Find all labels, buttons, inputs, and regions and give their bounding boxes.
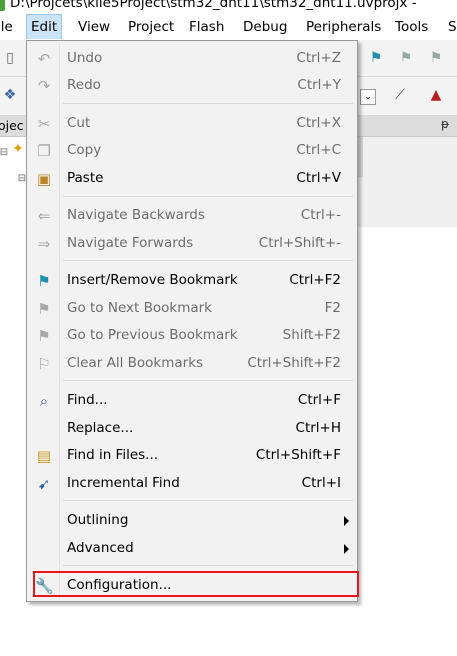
target-dropdown-arrow-icon[interactable]: ⌄ <box>360 89 376 105</box>
find-in-files-icon: ▤ <box>36 447 52 465</box>
configuration-callout-box <box>33 571 359 597</box>
menu-item-shortcut: Ctrl+Y <box>297 77 341 93</box>
menu-tools[interactable]: Tools <box>395 14 428 38</box>
menu-item-label: Clear All Bookmarks <box>67 355 204 371</box>
menu-separator <box>63 103 353 104</box>
find-icon: ⌕ <box>39 392 49 410</box>
menu-view[interactable]: View <box>78 14 110 38</box>
magic-wand-icon[interactable]: ⟋ <box>392 87 408 103</box>
menu-item-label: Navigate Forwards <box>67 235 194 251</box>
menu-item-shortcut: Ctrl+F <box>297 392 341 408</box>
edit-menu-dropdown: ↶ Undo Ctrl+Z ↷ Redo Ctrl+Y ✂ Cut Ctrl+X… <box>26 40 358 602</box>
incremental-find-icon: ➹ <box>37 475 51 493</box>
menu-item-shortcut: Ctrl+Shift+- <box>258 235 341 251</box>
menu-item-shortcut: Ctrl+F2 <box>289 272 341 288</box>
menu-file[interactable]: ile <box>0 14 13 38</box>
project-pane-title: ojec <box>0 118 24 133</box>
window-titlebar: D:\Projcets\kile5Project\stm32_dht11\stm… <box>0 0 457 14</box>
menu-item-shortcut: Ctrl+Shift+F <box>255 447 341 463</box>
submenu-arrow-icon <box>344 516 349 526</box>
editor-area <box>357 137 457 227</box>
menu-item-shortcut: Ctrl+H <box>295 420 341 436</box>
menu-flash[interactable]: Flash <box>189 14 224 38</box>
redo-icon: ↷ <box>37 77 51 95</box>
new-file-icon[interactable]: ▯ <box>2 50 18 66</box>
bookmark-flag-icon: ⚑ <box>37 272 51 290</box>
menu-item-label: Cut <box>67 115 91 131</box>
menu-item-label: Advanced <box>67 540 134 556</box>
menu-item-shortcut: Ctrl+Z <box>296 50 341 66</box>
menu-item-label: Go to Next Bookmark <box>67 300 212 316</box>
next-bookmark-icon: ⚑ <box>37 300 51 318</box>
menu-item-outlining[interactable]: Outlining <box>29 507 355 534</box>
menu-separator <box>63 565 353 566</box>
menu-item-undo[interactable]: ↶ Undo Ctrl+Z <box>29 45 355 72</box>
menu-item-previous-bookmark[interactable]: ⚑ Go to Previous Bookmark Shift+F2 <box>29 322 355 349</box>
previous-bookmark-icon: ⚑ <box>37 327 51 345</box>
pin-icon[interactable]: ᵽ <box>441 117 449 131</box>
paste-icon: ▣ <box>36 170 52 188</box>
manage-components-icon[interactable]: ▲ <box>428 87 444 103</box>
menu-separator <box>63 500 353 501</box>
menu-item-label: Find... <box>67 392 108 408</box>
menu-peripherals[interactable]: Peripherals <box>306 14 381 38</box>
menu-separator <box>63 196 353 197</box>
menu-item-shortcut: Ctrl+- <box>300 207 341 223</box>
menu-item-label: Go to Previous Bookmark <box>67 327 238 343</box>
menu-svcs[interactable]: S <box>448 14 457 38</box>
menu-item-label: Incremental Find <box>67 475 180 491</box>
menu-item-insert-remove-bookmark[interactable]: ⚑ Insert/Remove Bookmark Ctrl+F2 <box>29 267 355 294</box>
menu-item-shortcut: Ctrl+V <box>296 170 341 186</box>
menu-separator <box>63 260 353 261</box>
menu-item-redo[interactable]: ↷ Redo Ctrl+Y <box>29 72 355 99</box>
menu-item-shortcut: Ctrl+X <box>296 115 341 131</box>
menu-item-find-in-files[interactable]: ▤ Find in Files... Ctrl+Shift+F <box>29 442 355 469</box>
target-folder-icon: ✦ <box>12 141 24 157</box>
window-title: D:\Projcets\kile5Project\stm32_dht11\stm… <box>10 0 417 11</box>
menu-bar: ile Edit View Project Flash Debug Periph… <box>0 14 457 40</box>
scissors-icon: ✂ <box>37 115 51 133</box>
build-target-icon[interactable]: ❖ <box>2 87 18 103</box>
menu-item-shortcut: Ctrl+C <box>296 142 341 158</box>
copy-icon: ❐ <box>37 142 51 160</box>
menu-item-label: Paste <box>67 170 104 186</box>
menu-item-label: Undo <box>67 50 103 66</box>
arrow-right-icon: ⇒ <box>37 235 51 253</box>
menu-item-shortcut: Ctrl+I <box>301 475 341 491</box>
menu-item-navigate-forwards[interactable]: ⇒ Navigate Forwards Ctrl+Shift+- <box>29 230 355 257</box>
menu-item-shortcut: F2 <box>324 300 341 316</box>
menu-item-label: Navigate Backwards <box>67 207 205 223</box>
menu-separator <box>63 380 353 381</box>
menu-item-incremental-find[interactable]: ➹ Incremental Find Ctrl+I <box>29 470 355 497</box>
menu-item-shortcut: Ctrl+Shift+F2 <box>247 355 341 371</box>
menu-debug[interactable]: Debug <box>243 14 287 38</box>
menu-item-clear-all-bookmarks[interactable]: ⚐ Clear All Bookmarks Ctrl+Shift+F2 <box>29 350 355 377</box>
menu-item-paste[interactable]: ▣ Paste Ctrl+V <box>29 165 355 192</box>
clear-bookmarks-icon: ⚐ <box>37 355 51 373</box>
bookmark-flag-icon[interactable]: ⚑ <box>368 50 384 66</box>
menu-item-cut[interactable]: ✂ Cut Ctrl+X <box>29 110 355 137</box>
menu-item-replace[interactable]: Replace... Ctrl+H <box>29 415 355 442</box>
menu-item-label: Replace... <box>67 420 134 436</box>
arrow-left-icon: ⇐ <box>37 207 51 225</box>
menu-item-label: Insert/Remove Bookmark <box>67 272 238 288</box>
menu-project[interactable]: Project <box>128 14 174 38</box>
menu-item-label: Find in Files... <box>67 447 159 463</box>
menu-item-label: Outlining <box>67 512 129 528</box>
menu-item-label: Redo <box>67 77 101 93</box>
undo-icon: ↶ <box>37 50 51 68</box>
menu-item-navigate-backwards[interactable]: ⇐ Navigate Backwards Ctrl+- <box>29 202 355 229</box>
app-icon <box>0 0 5 11</box>
menu-item-label: Copy <box>67 142 102 158</box>
menu-item-next-bookmark[interactable]: ⚑ Go to Next Bookmark F2 <box>29 295 355 322</box>
menu-item-advanced[interactable]: Advanced <box>29 535 355 562</box>
menu-item-find[interactable]: ⌕ Find... Ctrl+F <box>29 387 355 414</box>
next-bookmark-icon[interactable]: ⚑ <box>398 50 414 66</box>
previous-bookmark-icon[interactable]: ⚑ <box>428 50 444 66</box>
menu-item-copy[interactable]: ❐ Copy Ctrl+C <box>29 137 355 164</box>
submenu-arrow-icon <box>344 544 349 554</box>
menu-edit[interactable]: Edit <box>26 14 63 39</box>
menu-item-shortcut: Shift+F2 <box>282 327 341 343</box>
